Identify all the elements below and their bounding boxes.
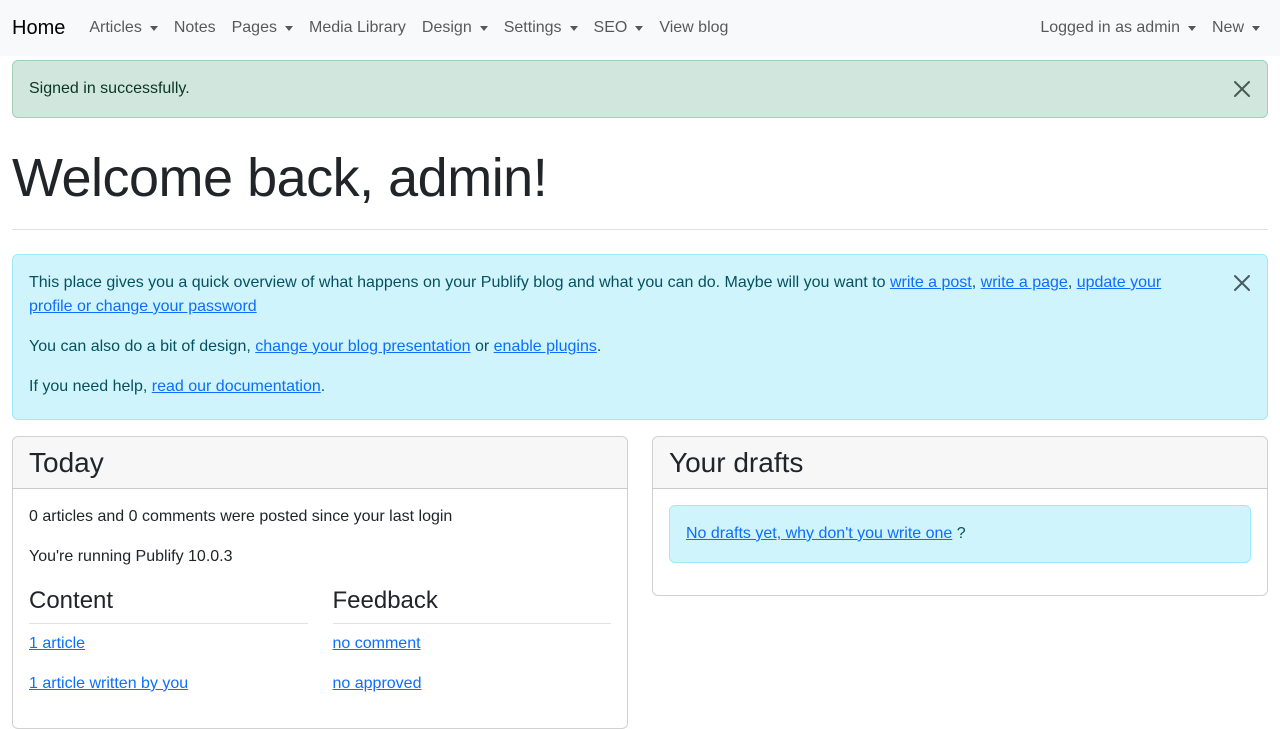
feedback-column: Feedback no comment no approved — [332, 585, 611, 712]
caret-down-icon — [284, 25, 293, 31]
navbar-left: Home Articles Notes Pages Media Library … — [12, 11, 736, 45]
today-title: Today — [29, 446, 104, 478]
write-page-link[interactable]: write a page — [981, 274, 1068, 291]
approved-link[interactable]: no approved — [333, 675, 422, 692]
today-card-body: 0 articles and 0 comments were posted si… — [13, 489, 627, 728]
enable-plugins-link[interactable]: enable plugins — [494, 338, 597, 355]
nav-seo[interactable]: SEO — [586, 11, 652, 45]
nav-articles-label: Articles — [89, 19, 142, 36]
info-text-2: You can also do a bit of design, — [29, 337, 256, 355]
caret-down-icon — [635, 25, 644, 31]
caret-down-icon — [1187, 25, 1196, 31]
nav-new-menu[interactable]: New — [1204, 11, 1268, 45]
nav-articles[interactable]: Articles — [81, 11, 165, 45]
write-post-link[interactable]: write a post — [890, 274, 972, 291]
content-heading: Content — [29, 585, 308, 624]
nav-seo-label: SEO — [593, 19, 628, 36]
nav-view-blog[interactable]: View blog — [651, 11, 736, 45]
info-period: . — [320, 377, 326, 395]
nav-user-menu[interactable]: Logged in as admin — [1032, 11, 1204, 45]
caret-down-icon — [479, 25, 488, 31]
drafts-suffix: ? — [952, 524, 966, 542]
drafts-title: Your drafts — [669, 446, 804, 478]
today-summary: 0 articles and 0 comments were posted si… — [29, 507, 453, 525]
version-text: You're running Publify 10.0.3 — [29, 547, 233, 565]
caret-down-icon — [149, 25, 158, 31]
feedback-heading: Feedback — [332, 585, 611, 624]
caret-down-icon — [569, 25, 578, 31]
nav-design-label: Design — [421, 19, 472, 36]
divider — [12, 228, 1268, 230]
nav-media-library-label: Media Library — [308, 19, 406, 36]
today-card: Today 0 articles and 0 comments were pos… — [12, 435, 628, 729]
info-sep: , — [971, 273, 981, 291]
page-title: Welcome back, admin! — [12, 148, 548, 208]
flash-success-alert: Signed in successfully. — [12, 60, 1268, 118]
nav-settings-label: Settings — [503, 19, 562, 36]
info-text-3: If you need help, — [29, 377, 152, 395]
info-paragraph-3: If you need help, read our documentation… — [29, 375, 1251, 399]
info-or: or — [470, 337, 494, 355]
today-columns: Content 1 article 1 article written by y… — [29, 585, 611, 712]
info-text-1: This place gives you a quick overview of… — [29, 273, 890, 291]
no-drafts-alert: No drafts yet, why don't you write one ? — [669, 504, 1251, 563]
write-draft-link[interactable]: No drafts yet, why don't you write one — [686, 525, 952, 542]
today-card-header: Today — [13, 436, 627, 489]
close-icon[interactable] — [1233, 80, 1251, 98]
flash-message: Signed in successfully. — [29, 80, 190, 97]
drafts-card-header: Your drafts — [653, 436, 1267, 489]
nav-new-menu-label: New — [1211, 19, 1244, 36]
dashboard-row: Today 0 articles and 0 comments were pos… — [12, 435, 1268, 729]
close-icon[interactable] — [1233, 274, 1251, 292]
overview-info-alert: This place gives you a quick overview of… — [12, 253, 1268, 420]
nav-notes[interactable]: Notes — [166, 11, 224, 45]
info-sep: , — [1067, 273, 1077, 291]
content-column: Content 1 article 1 article written by y… — [29, 585, 308, 712]
info-period: . — [596, 337, 602, 355]
nav-design[interactable]: Design — [414, 11, 496, 45]
info-paragraph-1: This place gives you a quick overview of… — [29, 271, 1251, 319]
drafts-card-body: No drafts yet, why don't you write one ? — [653, 489, 1267, 595]
top-navbar: Home Articles Notes Pages Media Library … — [0, 0, 1280, 56]
nav-media-library[interactable]: Media Library — [301, 11, 414, 45]
caret-down-icon — [1252, 25, 1260, 31]
nav-user-menu-label: Logged in as admin — [1040, 19, 1180, 36]
nav-settings[interactable]: Settings — [496, 11, 586, 45]
navbar-right: Logged in as admin New — [1032, 11, 1268, 45]
info-paragraph-2: You can also do a bit of design, change … — [29, 335, 1251, 359]
drafts-card: Your drafts No drafts yet, why don't you… — [652, 435, 1268, 596]
comments-link[interactable]: no comment — [333, 635, 421, 652]
nav-view-blog-label: View blog — [659, 19, 729, 36]
home-link[interactable]: Home — [12, 17, 65, 40]
documentation-link[interactable]: read our documentation — [152, 378, 321, 395]
articles-count-link[interactable]: 1 article — [29, 635, 85, 652]
nav-pages[interactable]: Pages — [224, 11, 301, 45]
nav-notes-label: Notes — [173, 19, 216, 36]
nav-pages-label: Pages — [231, 19, 277, 36]
articles-by-you-link[interactable]: 1 article written by you — [29, 675, 188, 692]
change-presentation-link[interactable]: change your blog presentation — [255, 338, 470, 355]
